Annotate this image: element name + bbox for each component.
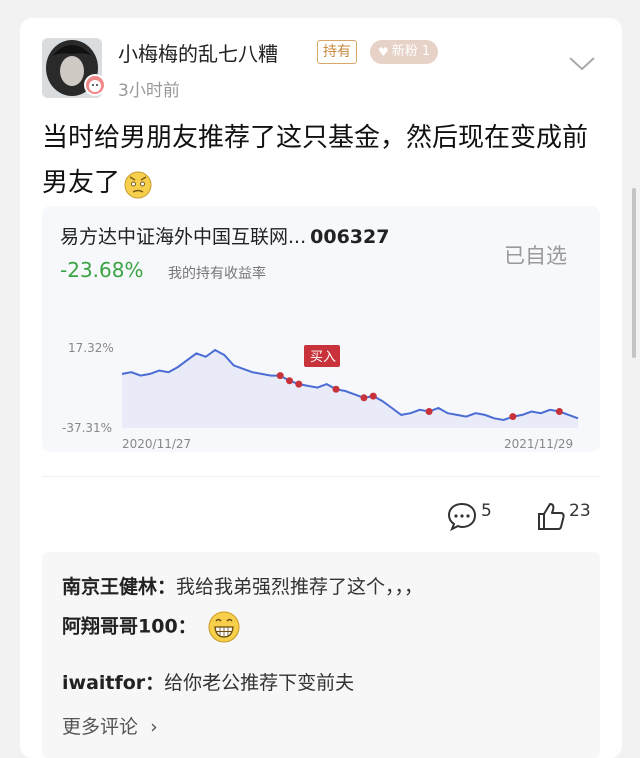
new-fan-label: 新粉 1 [391,44,431,59]
chart-trade-marker [332,385,340,393]
fund-chart: 17.32% -37.31% 2020/11/27 2021/11/29 买入 [62,341,579,451]
chevron-down-icon[interactable] [568,56,596,72]
more-comments-label: 更多评论 [62,716,139,738]
comment-item[interactable]: 南京王健林：我给我弟强烈推荐了这个，，， [62,572,423,599]
comment-text: 我给我弟强烈推荐了这个，，， [176,576,424,598]
comment-icon[interactable] [446,500,478,532]
x-tick-end: 2021/11/29 [504,437,573,451]
scrollbar[interactable] [632,188,636,358]
comment-count: 5 [481,501,492,521]
post-time: 3小时前 [118,81,180,101]
comment-author[interactable]: 南京王健林： [62,576,176,598]
username[interactable]: 小梅梅的乱七八糟 [118,38,278,67]
comment-author[interactable]: 阿翔哥哥100： [62,616,197,638]
thumbs-up-icon[interactable] [536,500,566,532]
comment-item[interactable]: 阿翔哥哥100： [62,610,241,644]
avatar-badge-icon [84,74,106,96]
buy-tag-label: 买入 [310,350,336,365]
heart-icon: ♥ [378,45,389,59]
new-fan-badge: ♥ 新粉 1 [370,40,439,64]
chart-trade-marker [360,394,368,402]
like-count: 23 [569,501,591,521]
divider [42,476,600,477]
x-tick-start: 2020/11/27 [122,437,191,451]
grin-emoji-icon [208,611,240,643]
fund-card[interactable]: 易方达中证海外中国互联网... 006327 -23.68% 我的持有收益率 已自… [42,206,600,452]
comment-item[interactable]: iwaitfor：给你老公推荐下变前夫 [62,668,354,695]
hold-tag: 持有 [317,40,357,64]
comment-author[interactable]: iwaitfor： [62,672,164,694]
chart-trade-marker [555,407,563,415]
post-card: 小梅梅的乱七八糟 持有 ♥ 新粉 1 3小时前 当时给男朋友推荐了这只基金，然后… [20,18,622,758]
chart-trade-marker [295,380,303,388]
chart-trade-marker [425,407,433,415]
actions-row: 5 23 [20,498,622,538]
y-tick-high: 17.32% [68,341,114,355]
chart-trade-marker [286,377,294,385]
chart-trade-marker [509,413,517,421]
chart-trade-marker [276,372,284,380]
more-comments-link[interactable]: 更多评论 › [62,712,158,739]
chevron-right-icon: › [150,716,158,738]
chart-trade-marker [369,392,377,400]
comment-text: 给你老公推荐下变前夫 [164,672,355,694]
worried-emoji-icon [124,171,152,198]
y-tick-low: -37.31% [62,421,112,435]
post-text: 当时给男朋友推荐了这只基金，然后现在变成前男友了 [42,116,607,206]
comments-section: 南京王健林：我给我弟强烈推荐了这个，，， 阿翔哥哥100： iwaitfor：给… [42,552,600,758]
